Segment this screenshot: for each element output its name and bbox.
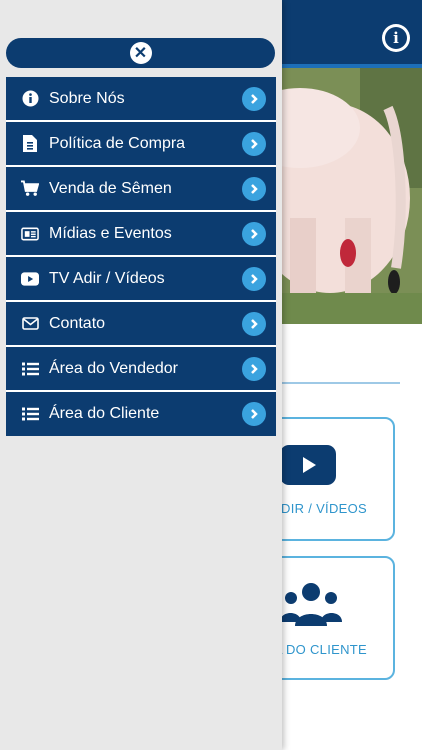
menu-item-label: TV Adir / Vídeos [49, 269, 165, 287]
list-icon [21, 405, 39, 423]
newspaper-icon [21, 225, 39, 243]
menu-item-venda-de-semen[interactable]: Venda de Sêmen [6, 167, 276, 212]
close-drawer-button[interactable]: ✕ [6, 38, 275, 68]
envelope-icon [21, 315, 39, 333]
chevron-right-icon [242, 221, 266, 246]
menu-item-contato[interactable]: Contato [6, 302, 276, 347]
youtube-icon [21, 270, 39, 288]
chevron-right-icon [242, 86, 266, 111]
menu-item-label: Mídias e Eventos [49, 224, 172, 242]
menu-item-sobre-nos[interactable]: Sobre Nós [6, 77, 276, 122]
section-divider [280, 382, 400, 384]
menu-item-area-do-vendedor[interactable]: Área do Vendedor [6, 347, 276, 392]
menu-item-label: Área do Cliente [49, 405, 160, 422]
menu-item-label: Contato [49, 314, 106, 332]
menu-item-label: Área do Vendedor [49, 359, 178, 377]
info-icon [21, 90, 39, 108]
chevron-right-icon [242, 176, 266, 201]
menu-item-label: Sobre Nós [49, 89, 125, 107]
menu-item-politica-de-compra[interactable]: Política de Compra [6, 122, 276, 167]
menu-item-label: Política de Compra [49, 134, 186, 152]
cart-icon [21, 180, 39, 198]
chevron-right-icon [242, 356, 266, 381]
list-icon [21, 360, 39, 378]
document-icon [21, 135, 39, 153]
close-icon: ✕ [129, 42, 152, 64]
menu-item-label: Venda de Sêmen [49, 179, 172, 197]
menu-item-midias-e-eventos[interactable]: Mídias e Eventos [6, 212, 276, 257]
youtube-icon [280, 445, 336, 485]
chevron-right-icon [242, 311, 266, 336]
menu-item-area-do-cliente[interactable]: Área do Cliente [6, 392, 276, 436]
chevron-right-icon [242, 402, 266, 426]
info-icon: i [385, 27, 407, 49]
menu-item-tv-adir-videos[interactable]: TV Adir / Vídeos [6, 257, 276, 302]
chevron-right-icon [242, 131, 266, 156]
users-icon [280, 583, 342, 626]
side-drawer: ✕ Sobre Nós Política de Compra Venda de … [0, 0, 282, 750]
info-button[interactable]: i [382, 24, 410, 52]
drawer-menu: Sobre Nós Política de Compra Venda de Sê… [6, 77, 276, 436]
chevron-right-icon [242, 266, 266, 291]
